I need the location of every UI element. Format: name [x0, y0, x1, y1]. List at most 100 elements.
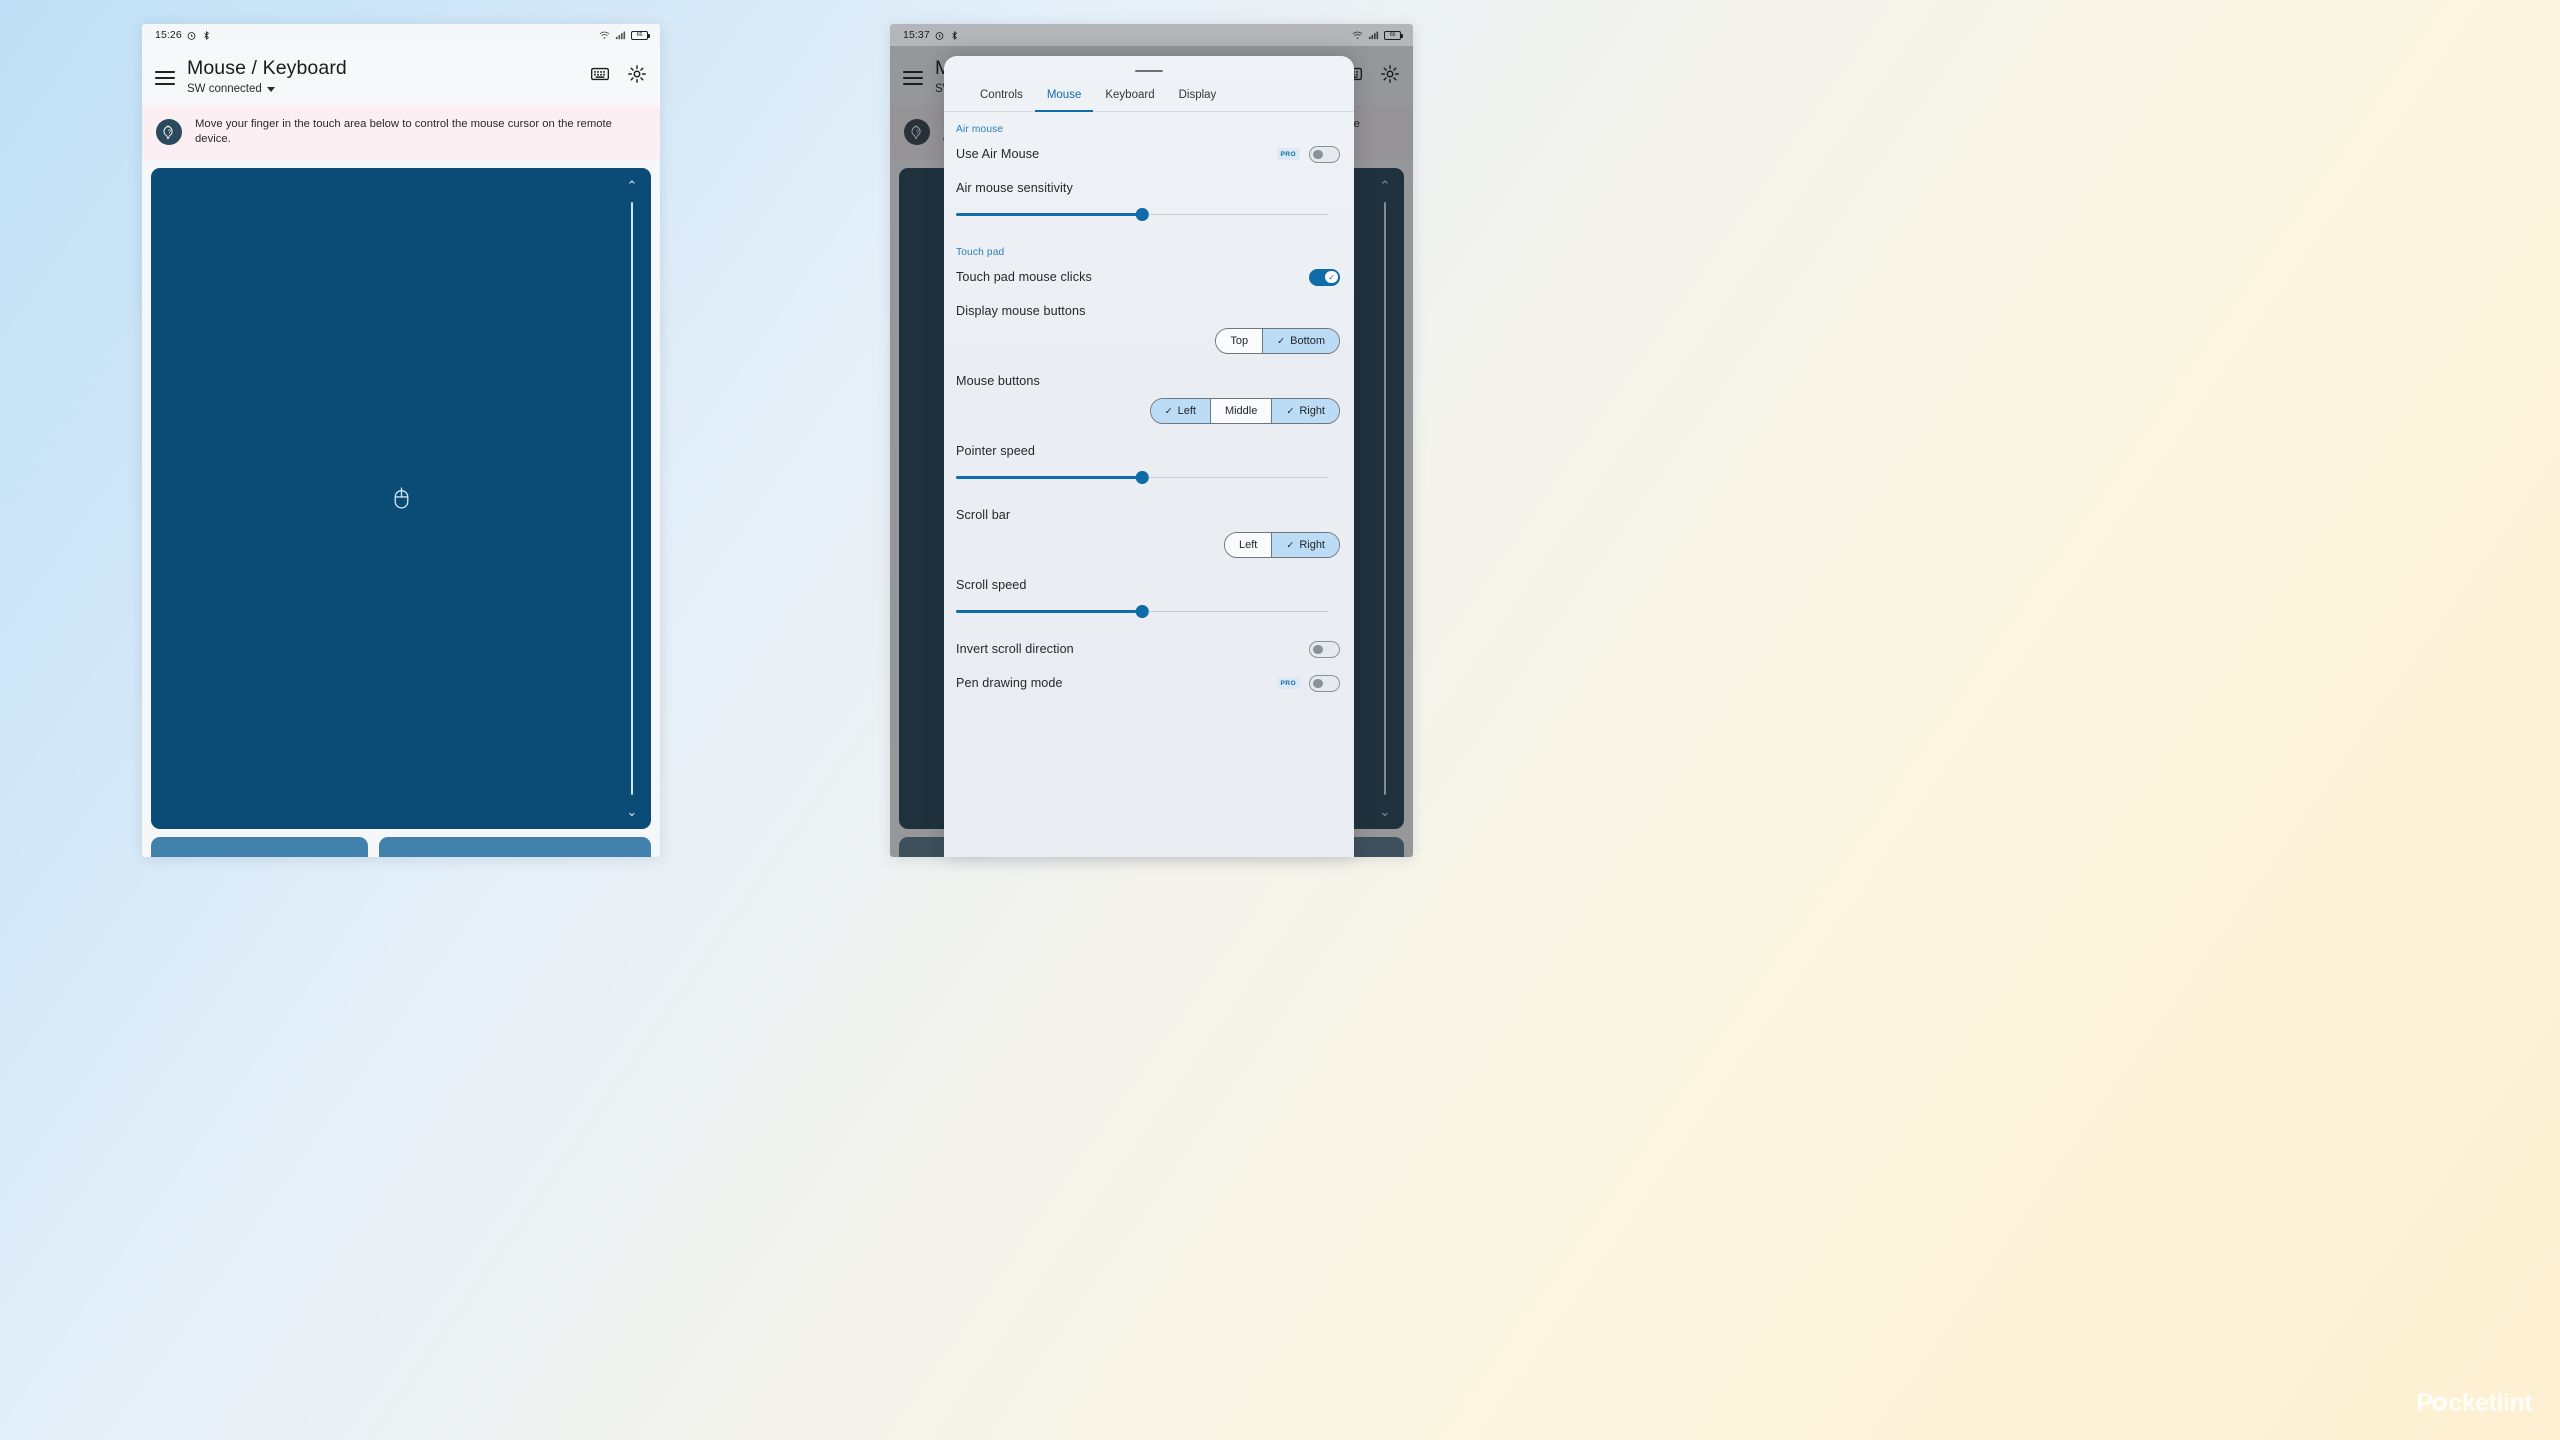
segment-right[interactable]: ✓ Right — [1272, 533, 1339, 558]
check-icon: ✓ — [1164, 405, 1173, 417]
pro-badge: PRO — [1276, 677, 1300, 690]
toggle-use-air-mouse[interactable] — [1309, 145, 1340, 163]
setting-label: Use Air Mouse — [956, 147, 1040, 162]
segment-label: Right — [1299, 539, 1325, 552]
slider-air-mouse-sensitivity[interactable] — [956, 207, 1328, 221]
left-phone-screenshot: 15:26 66 Mouse / Keyboard SW connected ?… — [142, 24, 660, 857]
setting-control — [1309, 640, 1344, 658]
slider-row-pointer-speed — [944, 468, 1344, 498]
segmented-control-display-mouse-buttons: Top ✓ Bottom — [1215, 328, 1340, 355]
app-bar-actions — [590, 54, 647, 84]
segment-label: Left — [1177, 405, 1196, 418]
watermark-dot-icon — [2432, 1396, 2448, 1411]
app-bar-titles: Mouse / Keyboard SW connected — [187, 54, 347, 95]
segmented-control-scroll-bar: Left ✓ Right — [1223, 532, 1340, 559]
signal-icon — [615, 31, 626, 39]
segment-label: Left — [1238, 539, 1258, 552]
touch-area[interactable]: ⌃ ⌄ — [151, 167, 651, 829]
slider-thumb[interactable] — [1135, 208, 1149, 221]
setting-label: Mouse buttons — [956, 374, 1040, 389]
pro-badge: PRO — [1276, 148, 1300, 161]
battery-level: 66 — [636, 32, 643, 38]
settings-gear-icon[interactable] — [627, 64, 647, 84]
left-mouse-button[interactable] — [151, 836, 369, 857]
segment-right[interactable]: ✓ Right — [1272, 399, 1339, 424]
connection-status-label: SW connected — [187, 83, 262, 95]
segment-label: Middle — [1224, 405, 1258, 418]
segmented-row-scroll-bar: Left ✓ Right — [944, 532, 1344, 568]
chevron-up-icon[interactable]: ⌃ — [627, 179, 638, 192]
setting-label: Pen drawing mode — [956, 676, 1063, 691]
toggle-touch-pad-mouse-clicks[interactable] — [1309, 268, 1340, 286]
slider-fill — [956, 476, 1142, 479]
setting-control: PRO — [1276, 145, 1345, 163]
segment-label: Top — [1230, 335, 1249, 348]
slider-fill — [956, 213, 1142, 216]
sheet-content: Air mouse Use Air Mouse PRO Air mouse se… — [944, 112, 1354, 857]
setting-label: Scroll speed — [956, 578, 1027, 593]
setting-row-scroll-bar: Scroll bar — [944, 498, 1344, 532]
tab-mouse[interactable]: Mouse — [1034, 81, 1094, 113]
check-icon: ✓ — [1286, 405, 1295, 417]
segment-label: Bottom — [1290, 335, 1325, 348]
slider-scroll-speed[interactable] — [956, 604, 1328, 618]
setting-row-invert-scroll-direction[interactable]: Invert scroll direction — [944, 632, 1344, 666]
status-bar: 15:26 66 — [142, 24, 660, 46]
tab-display[interactable]: Display — [1167, 81, 1229, 112]
segment-middle[interactable]: Middle — [1210, 399, 1273, 424]
scroll-track[interactable] — [631, 201, 633, 795]
slider-row-scroll-speed — [944, 602, 1344, 632]
setting-row-pointer-speed: Pointer speed — [944, 434, 1344, 468]
help-question-icon: ? — [156, 119, 182, 146]
info-banner-text: Move your finger in the touch area below… — [195, 118, 612, 146]
status-bar-right: 66 — [599, 30, 650, 41]
slider-row-air-mouse-sensitivity — [944, 205, 1344, 235]
toggle-invert-scroll-direction[interactable] — [1309, 640, 1340, 658]
sheet-grabber-wrap — [944, 56, 1354, 80]
segmented-control-mouse-buttons: ✓ Left Middle ✓ Right — [1149, 398, 1340, 425]
drag-handle[interactable] — [1135, 70, 1163, 73]
status-time: 15:26 — [155, 29, 182, 41]
setting-label: Display mouse buttons — [956, 304, 1086, 319]
battery-icon: 66 — [631, 30, 650, 40]
mouse-icon — [394, 487, 408, 509]
page-title: Mouse / Keyboard — [187, 57, 347, 79]
hamburger-menu-icon[interactable] — [155, 68, 175, 88]
setting-label: Touch pad mouse clicks — [956, 270, 1092, 285]
right-mouse-button[interactable] — [379, 836, 651, 857]
pocketlint-watermark: P cketlint — [2416, 1389, 2532, 1418]
setting-control: PRO — [1276, 674, 1345, 692]
segment-top[interactable]: Top — [1216, 329, 1264, 354]
segment-label: Right — [1299, 405, 1325, 418]
toggle-pen-drawing-mode[interactable] — [1309, 674, 1340, 692]
segment-left[interactable]: Left — [1224, 533, 1273, 558]
setting-label: Scroll bar — [956, 508, 1011, 523]
touch-area-wrapper: ⌃ ⌄ — [142, 159, 660, 829]
keyboard-icon[interactable] — [590, 64, 610, 84]
tab-keyboard[interactable]: Keyboard — [1093, 81, 1166, 112]
setting-label: Invert scroll direction — [956, 642, 1074, 657]
setting-row-use-air-mouse[interactable]: Use Air Mouse PRO — [944, 137, 1344, 171]
segment-bottom[interactable]: ✓ Bottom — [1263, 329, 1339, 354]
setting-row-pen-drawing-mode[interactable]: Pen drawing mode PRO — [944, 666, 1344, 700]
group-heading-air-mouse: Air mouse — [956, 124, 1004, 136]
setting-row-scroll-speed: Scroll speed — [944, 568, 1344, 602]
tab-controls[interactable]: Controls — [968, 81, 1035, 112]
info-banner: ? Move your finger in the touch area bel… — [142, 105, 660, 160]
slider-pointer-speed[interactable] — [956, 470, 1328, 484]
connection-status-dropdown[interactable]: SW connected — [187, 83, 347, 95]
wifi-icon — [599, 31, 610, 39]
slider-thumb[interactable] — [1135, 471, 1149, 484]
check-icon: ✓ — [1286, 539, 1295, 551]
setting-row-air-mouse-sensitivity: Air mouse sensitivity — [944, 171, 1344, 205]
app-bar: Mouse / Keyboard SW connected — [142, 46, 660, 105]
slider-thumb[interactable] — [1135, 605, 1149, 618]
check-icon: ✓ — [1277, 335, 1286, 347]
caret-down-icon — [266, 86, 275, 92]
segment-left[interactable]: ✓ Left — [1150, 399, 1211, 424]
setting-row-touch-pad-mouse-clicks[interactable]: Touch pad mouse clicks — [944, 260, 1344, 294]
status-bar-left: 15:26 — [155, 29, 212, 41]
svg-text:?: ? — [167, 129, 171, 136]
touch-area-scrollbar[interactable]: ⌃ ⌄ — [623, 179, 641, 818]
chevron-down-icon[interactable]: ⌄ — [627, 805, 638, 818]
